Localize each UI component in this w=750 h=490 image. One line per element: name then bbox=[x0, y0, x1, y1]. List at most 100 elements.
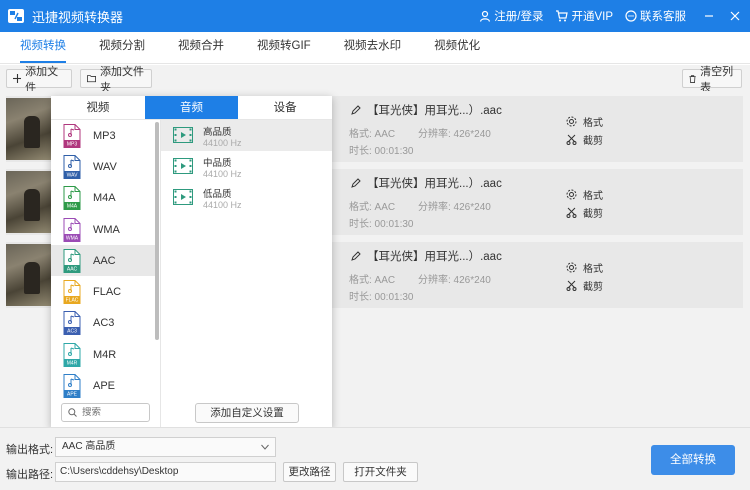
popup-tab-audio[interactable]: 音频 bbox=[144, 96, 239, 119]
popup-tab-video[interactable]: 视频 bbox=[51, 96, 145, 119]
format-item-flac[interactable]: FLAC FLAC bbox=[51, 276, 156, 307]
add-folder-label: 添加文件夹 bbox=[100, 65, 144, 94]
audio-file-icon: WAV bbox=[63, 154, 81, 179]
quality-item-low[interactable]: 低品质 44100 Hz bbox=[161, 182, 332, 213]
cut-button[interactable]: 截剪 bbox=[566, 132, 603, 147]
file-resolution: 分辨率: 426*240 bbox=[418, 202, 491, 213]
format-badge: FLAC bbox=[66, 298, 79, 304]
file-format: 格式: AAC bbox=[349, 202, 396, 213]
audio-file-icon: APE bbox=[63, 374, 81, 399]
quality-item-high[interactable]: 高品质 44100 Hz bbox=[161, 120, 332, 151]
file-format: 格式: AAC bbox=[349, 275, 396, 286]
minimize-button[interactable] bbox=[698, 0, 720, 32]
scissors-icon bbox=[566, 134, 577, 145]
format-button[interactable]: 格式 bbox=[566, 114, 603, 129]
format-button[interactable]: 格式 bbox=[566, 187, 603, 202]
format-badge: M4A bbox=[67, 204, 78, 210]
vip-label: 开通VIP bbox=[571, 11, 613, 23]
format-button[interactable]: 格式 bbox=[566, 260, 603, 275]
tab-video-to-gif[interactable]: 视频转GIF bbox=[247, 31, 321, 63]
open-folder-button[interactable]: 打开文件夹 bbox=[343, 462, 418, 482]
tab-video-split[interactable]: 视频分割 bbox=[89, 31, 155, 63]
cut-button[interactable]: 截剪 bbox=[566, 205, 603, 220]
change-path-button[interactable]: 更改路径 bbox=[283, 462, 336, 482]
output-format-value: AAC 高品质 bbox=[62, 441, 116, 452]
audio-file-icon: MP3 bbox=[63, 123, 81, 148]
format-popup: 视频 音频 设备 MP3 MP3 WAV WAV M4A M4A WMA WMA AAC AAC F… bbox=[51, 96, 332, 428]
format-label: AC3 bbox=[93, 317, 115, 330]
format-list-scrollbar[interactable] bbox=[155, 122, 159, 340]
file-name: 【耳光侠】用耳光...）.aac bbox=[367, 251, 502, 263]
format-item-mp3[interactable]: MP3 MP3 bbox=[51, 120, 156, 151]
film-icon bbox=[173, 189, 193, 205]
quality-hz: 44100 Hz bbox=[203, 200, 242, 210]
add-folder-button[interactable]: 添加文件夹 bbox=[80, 66, 152, 94]
add-custom-setting-button[interactable]: 添加自定义设置 bbox=[195, 403, 299, 423]
support-link[interactable]: 联系客服 bbox=[625, 8, 686, 24]
format-search bbox=[61, 403, 150, 422]
file-format: 格式: AAC bbox=[349, 129, 396, 140]
file-duration: 时长: 00:01:30 bbox=[349, 219, 414, 230]
search-input[interactable] bbox=[82, 407, 142, 418]
close-button[interactable] bbox=[724, 0, 746, 32]
cut-button[interactable]: 截剪 bbox=[566, 278, 603, 293]
audio-file-icon: AC3 bbox=[63, 311, 81, 336]
format-item-m4r[interactable]: M4R M4R bbox=[51, 339, 156, 370]
output-path-label: 输出路径: bbox=[6, 469, 54, 481]
gear-icon bbox=[566, 262, 577, 273]
audio-file-icon: M4A bbox=[63, 186, 81, 211]
app-title: 迅捷视频转换器 bbox=[32, 9, 124, 25]
login-link[interactable]: 注册/登录 bbox=[479, 8, 543, 24]
format-badge: WMA bbox=[66, 235, 79, 241]
close-icon bbox=[730, 11, 740, 21]
format-badge: M4R bbox=[67, 360, 78, 366]
pencil-icon[interactable] bbox=[351, 251, 361, 261]
format-label: 格式 bbox=[583, 191, 603, 202]
quality-hz: 44100 Hz bbox=[203, 169, 242, 179]
quality-name: 中品质 bbox=[203, 158, 232, 169]
file-resolution: 分辨率: 426*240 bbox=[418, 275, 491, 286]
add-file-label: 添加文件 bbox=[25, 65, 59, 94]
clear-list-label: 清空列表 bbox=[700, 65, 734, 94]
cut-label: 截剪 bbox=[583, 136, 603, 147]
cart-icon bbox=[556, 10, 569, 22]
file-duration: 时长: 00:01:30 bbox=[349, 146, 414, 157]
pencil-icon[interactable] bbox=[351, 105, 361, 115]
format-label: 格式 bbox=[583, 118, 603, 129]
scissors-icon bbox=[566, 207, 577, 218]
plus-icon bbox=[13, 74, 22, 83]
title-bar: 迅捷视频转换器 注册/登录 开通VIP 联系客服 bbox=[0, 0, 750, 32]
format-item-wav[interactable]: WAV WAV bbox=[51, 151, 156, 182]
file-duration: 时长: 00:01:30 bbox=[349, 292, 414, 303]
clear-list-button[interactable]: 清空列表 bbox=[682, 66, 742, 94]
output-format-select[interactable]: AAC 高品质 bbox=[55, 437, 276, 457]
format-item-wma[interactable]: WMA WMA bbox=[51, 214, 156, 245]
gear-icon bbox=[566, 189, 577, 200]
popup-tab-device[interactable]: 设备 bbox=[238, 96, 332, 119]
convert-all-button[interactable]: 全部转换 bbox=[651, 445, 735, 475]
format-item-m4a[interactable]: M4A M4A bbox=[51, 183, 156, 214]
format-list: MP3 MP3 WAV WAV M4A M4A WMA WMA AAC AAC FLAC FLAC AC… bbox=[51, 120, 156, 400]
format-badge: MP3 bbox=[67, 141, 78, 147]
format-label: M4A bbox=[93, 192, 116, 205]
format-item-ac3[interactable]: AC3 AC3 bbox=[51, 308, 156, 339]
tab-video-merge[interactable]: 视频合并 bbox=[168, 31, 234, 63]
app-logo-icon bbox=[8, 9, 24, 23]
tab-remove-watermark[interactable]: 视频去水印 bbox=[334, 31, 412, 63]
search-icon bbox=[68, 408, 77, 417]
scissors-icon bbox=[566, 280, 577, 291]
toolbar: 添加文件 添加文件夹 清空列表 bbox=[0, 65, 750, 94]
tab-video-convert[interactable]: 视频转换 bbox=[10, 31, 76, 63]
add-file-button[interactable]: 添加文件 bbox=[6, 66, 72, 94]
format-item-ape[interactable]: APE APE bbox=[51, 370, 156, 400]
vip-link[interactable]: 开通VIP bbox=[555, 8, 613, 24]
folder-icon bbox=[87, 75, 96, 83]
quality-item-medium[interactable]: 中品质 44100 Hz bbox=[161, 151, 332, 182]
pencil-icon[interactable] bbox=[351, 178, 361, 188]
trash-icon bbox=[689, 74, 696, 83]
output-path-field[interactable]: C:\Users\cddehsy\Desktop bbox=[55, 462, 276, 482]
tab-video-optimize[interactable]: 视频优化 bbox=[424, 31, 490, 63]
cut-label: 截剪 bbox=[583, 209, 603, 220]
format-item-aac[interactable]: AAC AAC bbox=[51, 245, 156, 277]
gear-icon bbox=[566, 116, 577, 127]
